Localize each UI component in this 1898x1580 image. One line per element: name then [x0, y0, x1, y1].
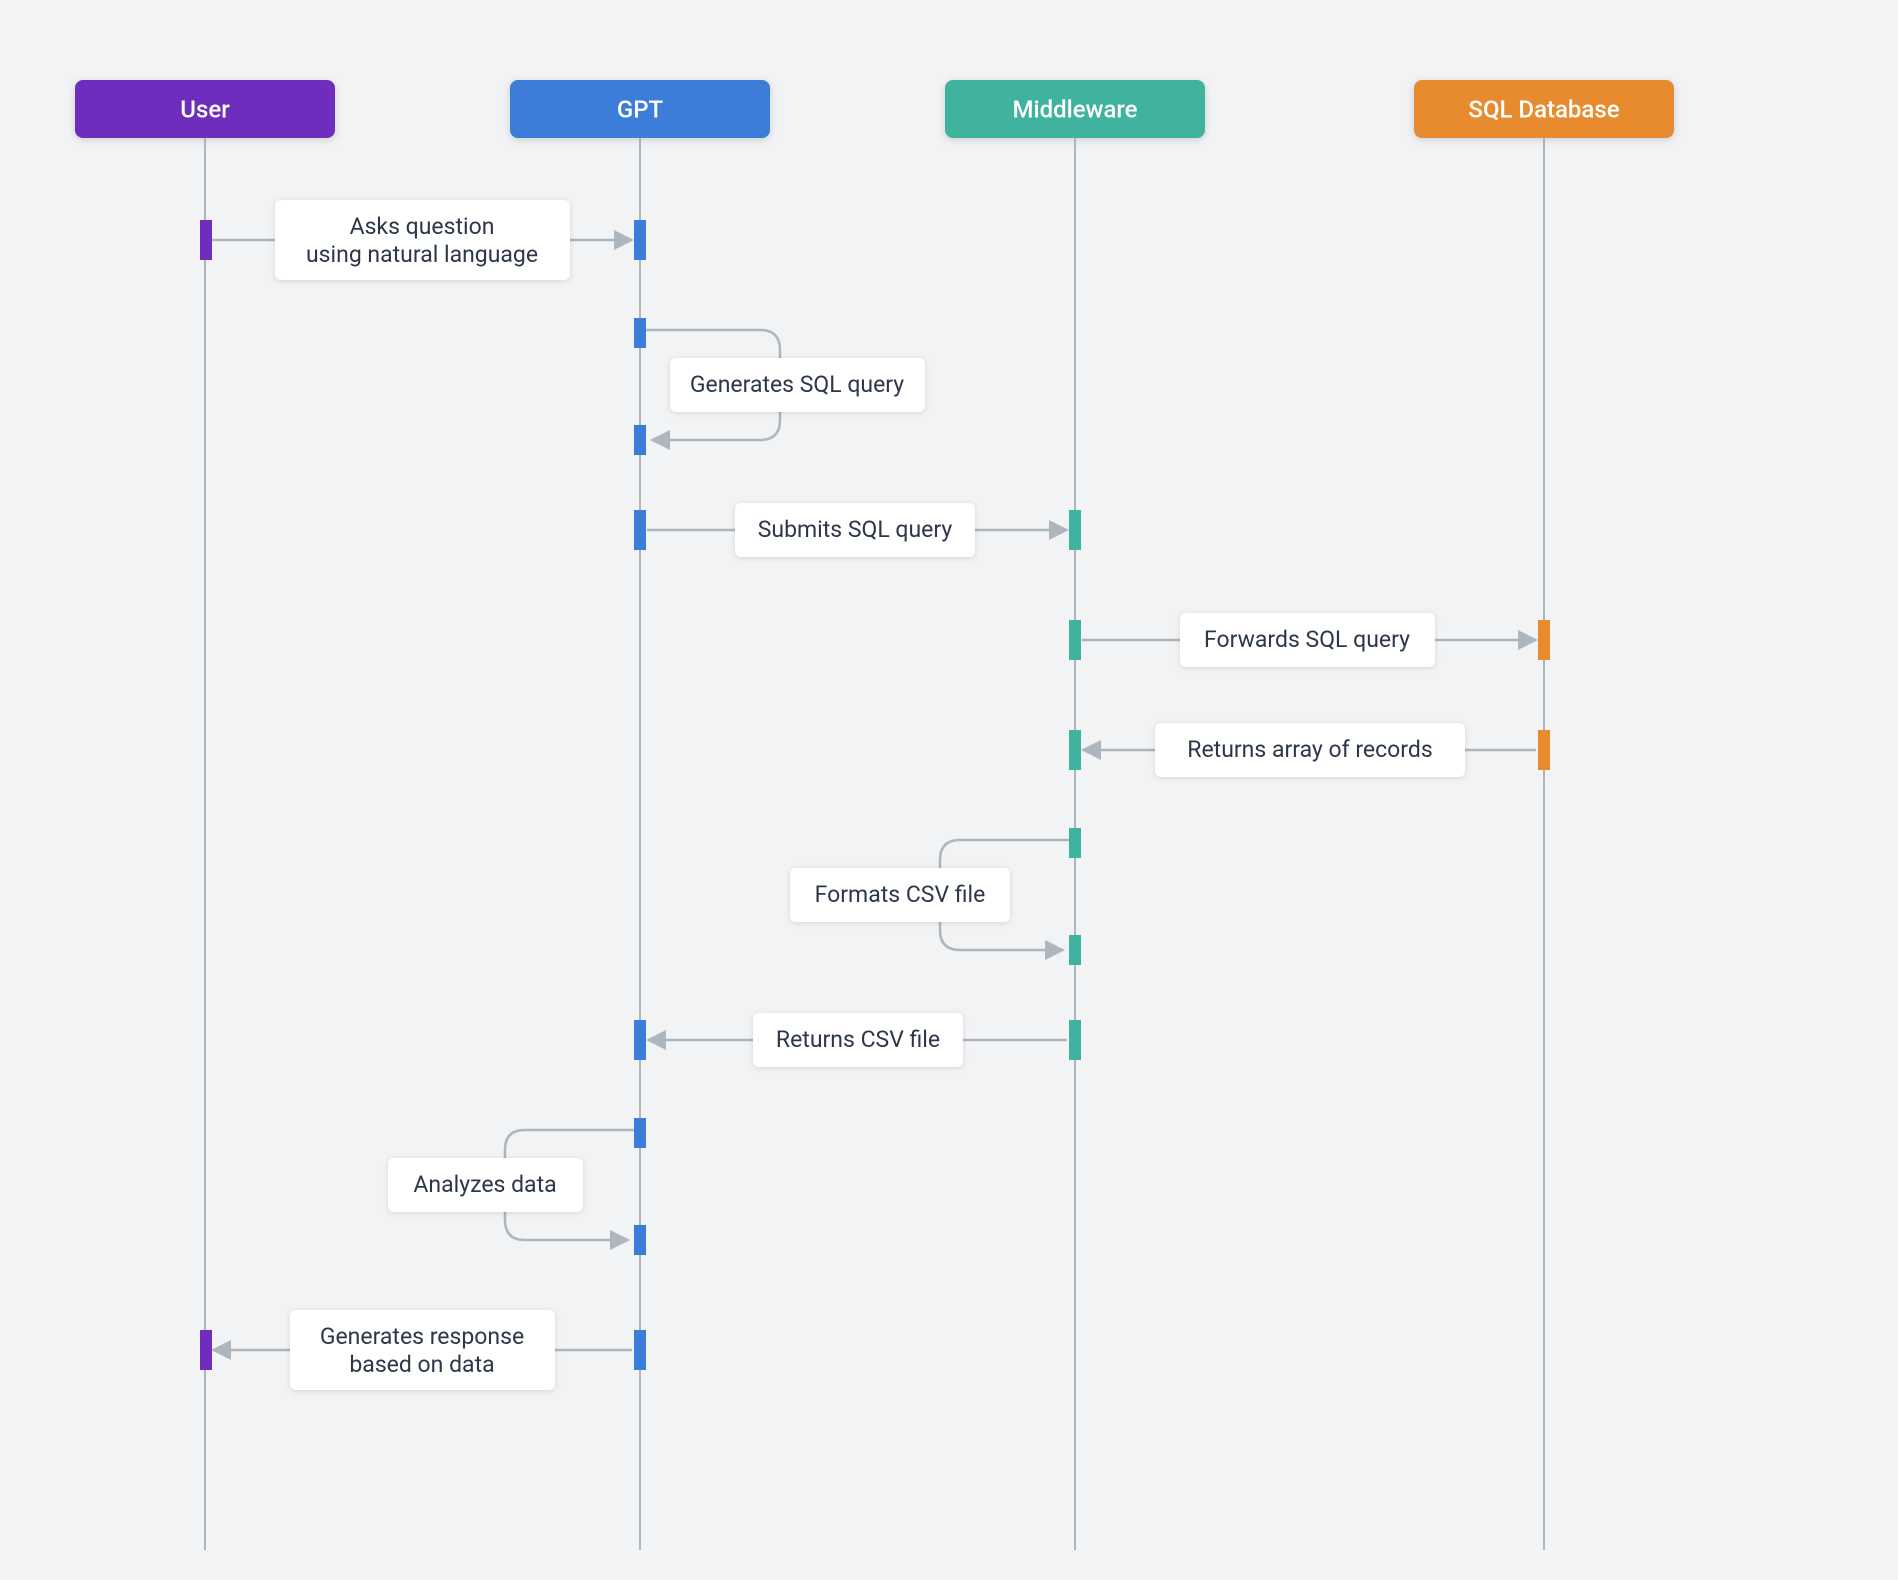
message-label: Formats CSV file [815, 881, 986, 908]
participant-mw-label: Middleware [1013, 95, 1138, 123]
participant-gpt: GPT [510, 80, 770, 138]
message-label: Returns CSV file [776, 1026, 940, 1053]
message-label: using natural language [306, 241, 538, 268]
participant-db-label: SQL Database [1468, 95, 1619, 123]
participant-middleware: Middleware [945, 80, 1205, 138]
message-formats-csv-file: Formats CSV file [790, 828, 1081, 965]
message-label: Forwards SQL query [1204, 626, 1410, 653]
participant-gpt-label: GPT [617, 95, 664, 123]
message-returns-csv-file: Returns CSV file [634, 1013, 1081, 1067]
message-submits-sql-query: Submits SQL query [634, 503, 1081, 557]
message-label: Submits SQL query [758, 516, 953, 543]
sequence-diagram: User GPT Middleware SQL Database Asks qu… [0, 0, 1898, 1580]
message-label: Asks question [350, 213, 495, 240]
participant-sql-database: SQL Database [1414, 80, 1674, 138]
participant-user-label: User [180, 95, 230, 123]
message-generates-sql-query: Generates SQL query [634, 318, 925, 455]
message-generates-response: Generates response based on data [200, 1310, 646, 1390]
message-label: Generates SQL query [690, 371, 904, 398]
message-label: based on data [349, 1351, 494, 1378]
message-forwards-sql-query: Forwards SQL query [1069, 613, 1550, 667]
message-asks-question: Asks question using natural language [200, 200, 646, 280]
message-label: Generates response [320, 1323, 524, 1350]
message-returns-array-of-records: Returns array of records [1069, 723, 1550, 777]
message-label: Analyzes data [413, 1171, 556, 1198]
participant-user: User [75, 80, 335, 138]
message-label: Returns array of records [1187, 736, 1432, 763]
message-analyzes-data: Analyzes data [388, 1118, 646, 1255]
